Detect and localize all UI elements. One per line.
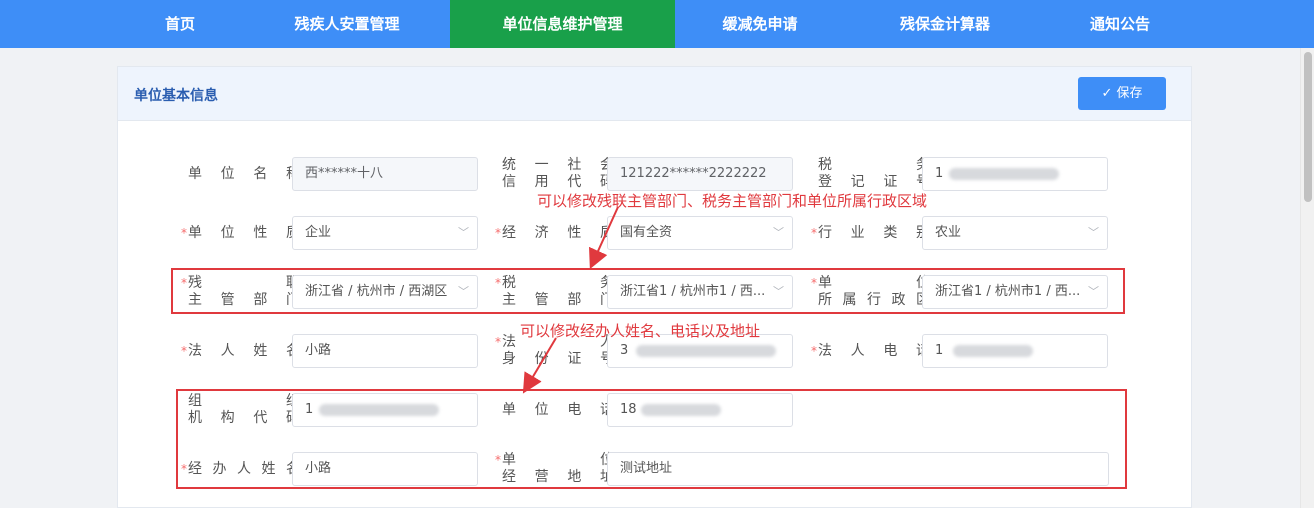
save-button[interactable]: ✓ 保存 bbox=[1078, 77, 1166, 110]
annotation-note-depts: 可以修改残联主管部门、税务主管部门和单位所属行政区域 bbox=[537, 192, 928, 210]
nav-item-reduction-application[interactable]: 缓减免申请 bbox=[690, 0, 830, 48]
label-industry: * 行业类别 bbox=[811, 225, 930, 241]
industry-select[interactable]: 农业 ﹀ bbox=[922, 216, 1108, 250]
tax-reg-no-field[interactable]: 1 bbox=[922, 157, 1108, 191]
chevron-down-icon: ﹀ bbox=[1088, 226, 1099, 239]
annotation-note-agent: 可以修改经办人姓名、电话以及地址 bbox=[520, 322, 761, 340]
check-icon: ✓ bbox=[1101, 86, 1113, 101]
chevron-down-icon: ﹀ bbox=[458, 226, 469, 239]
save-button-label: 保存 bbox=[1116, 86, 1143, 101]
highlight-box-depts bbox=[171, 268, 1125, 314]
card-header: 单位基本信息 ✓ 保存 bbox=[118, 67, 1191, 121]
chevron-down-icon: ﹀ bbox=[773, 226, 784, 239]
nav-item-unit-info[interactable]: 单位信息维护管理 bbox=[450, 0, 675, 48]
label-unit-name: 单位名称 bbox=[188, 166, 300, 182]
label-credit-code: 统一社会 信用代码 bbox=[502, 157, 614, 190]
label-economic-nature: * 经济性质 bbox=[495, 225, 614, 241]
label-legal-name: * 法人姓名 bbox=[181, 343, 300, 359]
label-legal-phone: * 法人电话 bbox=[811, 343, 930, 359]
card-title: 单位基本信息 bbox=[134, 88, 218, 104]
unit-nature-select[interactable]: 企业 ﹀ bbox=[292, 216, 478, 250]
nav-item-calculator[interactable]: 残保金计算器 bbox=[870, 0, 1020, 48]
unit-name-field[interactable]: 西******十八 bbox=[292, 157, 478, 191]
legal-name-input[interactable]: 小路 bbox=[292, 334, 478, 368]
legal-phone-input[interactable]: 1 bbox=[922, 334, 1108, 368]
nav-item-home[interactable]: 首页 bbox=[120, 0, 240, 48]
label-tax-reg-no: 税务 登记证号 bbox=[818, 157, 930, 190]
nav-item-disabled-placement[interactable]: 残疾人安置管理 bbox=[262, 0, 432, 48]
economic-nature-select[interactable]: 国有全资 ﹀ bbox=[607, 216, 793, 250]
label-unit-nature: * 单位性质 bbox=[181, 225, 300, 241]
vertical-scrollbar[interactable] bbox=[1300, 48, 1314, 508]
credit-code-field[interactable]: 121222******2222222 bbox=[607, 157, 793, 191]
scrollbar-thumb[interactable] bbox=[1304, 52, 1312, 202]
nav-item-notices[interactable]: 通知公告 bbox=[1050, 0, 1190, 48]
highlight-box-agent bbox=[176, 389, 1127, 489]
top-nav: 首页 残疾人安置管理 单位信息维护管理 缓减免申请 残保金计算器 通知公告 bbox=[0, 0, 1314, 48]
